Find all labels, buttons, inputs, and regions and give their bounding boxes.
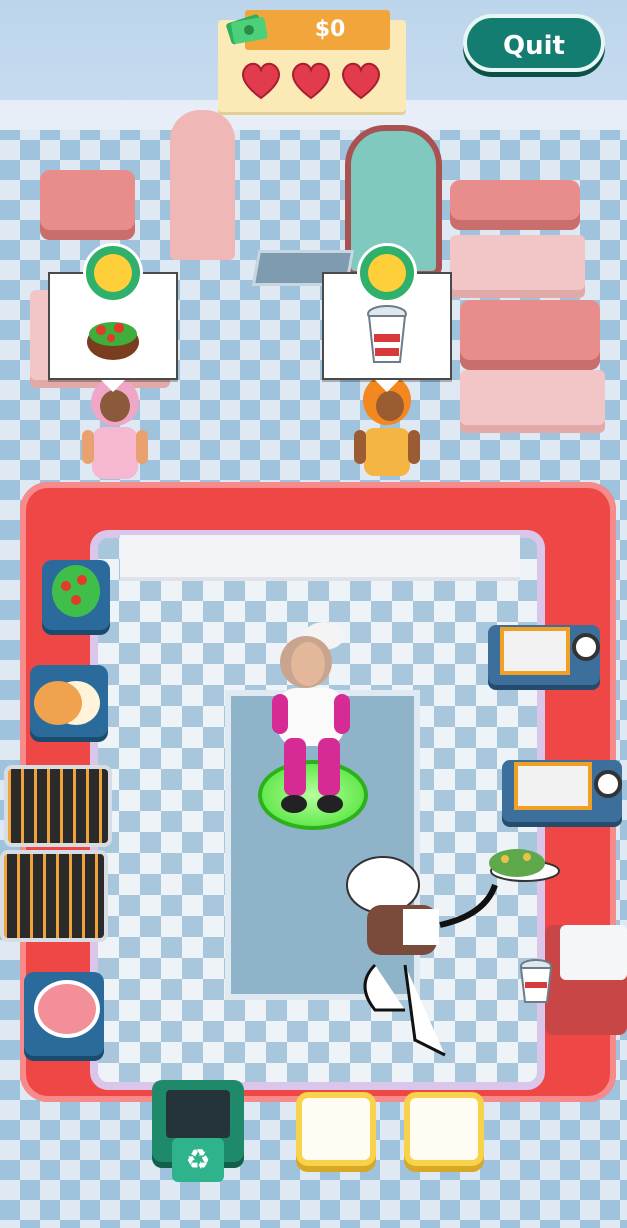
fryer-knob-icon: [594, 770, 622, 798]
mood-indicator-right: [357, 243, 417, 303]
patty-icon: [34, 980, 100, 1038]
serving-plate-slot-2[interactable]: [404, 1092, 484, 1166]
fry-basket-icon: [514, 762, 592, 810]
fryer-knob-icon: [572, 633, 600, 661]
quit-button[interactable]: Quit: [463, 14, 605, 72]
happy-face-icon: [368, 254, 406, 292]
bun-icon: [34, 681, 100, 725]
mood-indicator-left: [83, 243, 143, 303]
life-heart-icon: [292, 62, 330, 100]
gumball-machine: [170, 110, 235, 260]
fryer-station-bottom[interactable]: [502, 760, 622, 822]
diner-booth-right-lower: [460, 300, 600, 370]
money-amount: $0: [314, 17, 346, 42]
helper-chef: [346, 849, 560, 1057]
salad-bowl-icon: [87, 322, 139, 360]
life-heart-icon: [342, 62, 380, 100]
recycle-icon: ♻: [172, 1138, 224, 1182]
happy-face-icon: [94, 254, 132, 292]
grill-station-top[interactable]: [4, 765, 112, 847]
serving-plate-slot-1[interactable]: [296, 1092, 376, 1166]
grill-station-bottom[interactable]: [0, 850, 108, 942]
burger-buns-station[interactable]: [30, 665, 108, 737]
diner-table-right-bottom: [460, 370, 605, 425]
patty-plate-station[interactable]: [24, 972, 104, 1056]
salad-ingredients-station[interactable]: [42, 560, 110, 630]
player-chef[interactable]: [262, 618, 362, 818]
kitchen-back-counter: [120, 535, 520, 581]
trash-bin-opening: [166, 1090, 230, 1138]
drink-machine-dispenser: [560, 925, 627, 980]
drink-cup-icon: [367, 305, 407, 363]
diner-table-right-top: [450, 235, 585, 290]
lettuce-icon: [52, 565, 100, 617]
diner-booth-right: [450, 180, 580, 230]
life-heart-icon: [242, 62, 280, 100]
fry-basket-icon: [500, 627, 570, 675]
fryer-station-top[interactable]: [488, 625, 600, 685]
diner-booth-left: [40, 170, 135, 240]
